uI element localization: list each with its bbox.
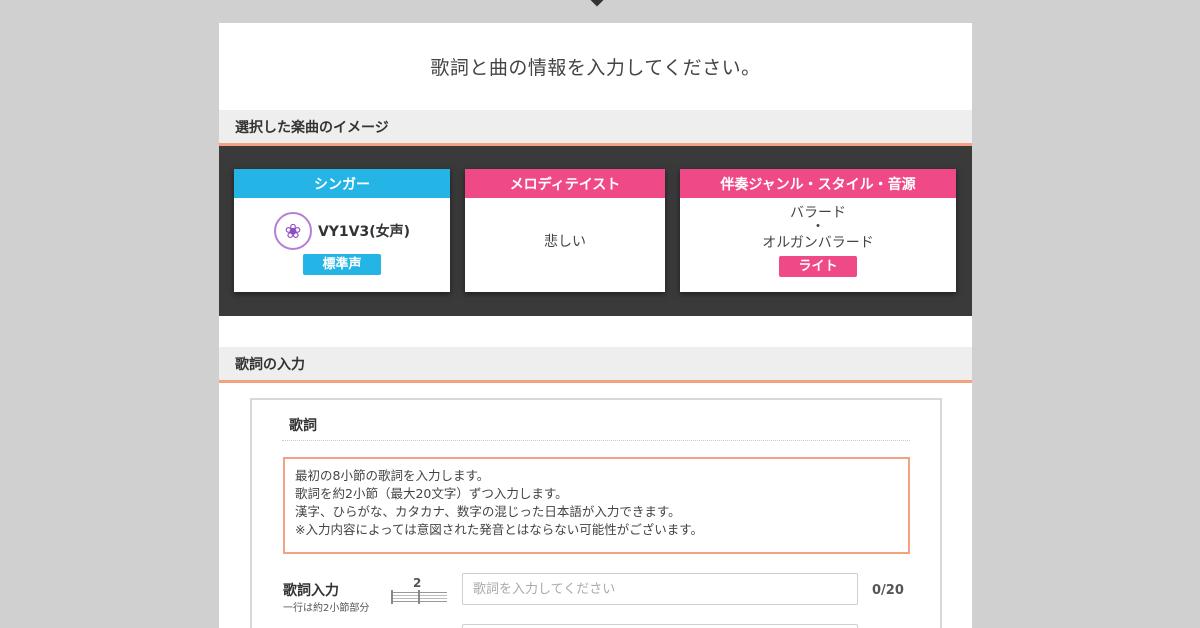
- singer-name: VY1V3(女声): [317, 224, 411, 240]
- info-line: ※入力内容によっては意図された発音とはならない可能性がございます。: [295, 522, 703, 537]
- info-line: 漢字、ひらがな、カタカナ、数字の混じった日本語が入力できます。: [295, 504, 681, 519]
- info-line: 最初の8小節の歌詞を入力します。: [295, 468, 490, 483]
- bar-line-icon: [391, 590, 393, 604]
- measure-number: 2: [413, 576, 422, 590]
- accompaniment-style: オルガンバラード: [762, 235, 874, 251]
- lyric-input-label: 歌詞入力: [283, 583, 339, 599]
- lyric-input-1[interactable]: [462, 573, 858, 605]
- melody-value: 悲しい: [544, 234, 586, 250]
- singer-row: ❀ VY1V3(女声): [234, 212, 450, 250]
- accompaniment-separator: ・: [811, 219, 825, 235]
- divider: [282, 440, 910, 441]
- image-area: シンガー ❀ VY1V3(女声) 標準声 メロディテイスト 悲しい 伴奏ジャンル…: [219, 146, 972, 316]
- bar-line-icon: [418, 590, 420, 604]
- top-arrow-icon: [588, 0, 606, 7]
- singer-avatar-icon: ❀: [273, 212, 312, 250]
- info-line: 歌詞を約2小節（最大20文字）ずつ入力します。: [295, 486, 568, 501]
- section-title-lyrics: 歌詞の入力: [219, 347, 972, 383]
- singer-card-header: シンガー: [234, 169, 450, 198]
- page-headline: 歌詞と曲の情報を入力してください。: [430, 57, 761, 79]
- accompaniment-source-tag: ライト: [779, 256, 857, 277]
- accompaniment-card: 伴奏ジャンル・スタイル・音源 バラード ・ オルガンバラード ライト: [680, 169, 956, 292]
- lyrics-box-title: 歌詞: [289, 418, 317, 434]
- melody-card: メロディテイスト 悲しい: [465, 169, 665, 292]
- lyrics-info-box: 最初の8小節の歌詞を入力します。 歌詞を約2小節（最大20文字）ずつ入力します。…: [283, 457, 910, 554]
- char-counter: 0/20: [872, 583, 904, 598]
- singer-voice-tag: 標準声: [303, 254, 381, 275]
- singer-card: シンガー ❀ VY1V3(女声) 標準声: [234, 169, 450, 292]
- melody-card-header: メロディテイスト: [465, 169, 665, 198]
- section-title-image: 選択した楽曲のイメージ: [219, 110, 972, 146]
- measure-indicator: 2: [391, 576, 447, 604]
- lyric-input-2[interactable]: [462, 624, 858, 628]
- lyric-input-sublabel: 一行は約2小節部分: [283, 603, 370, 614]
- accompaniment-card-header: 伴奏ジャンル・スタイル・音源: [680, 169, 956, 198]
- lyrics-box: 歌詞 最初の8小節の歌詞を入力します。 歌詞を約2小節（最大20文字）ずつ入力し…: [250, 398, 942, 628]
- form-panel: 歌詞と曲の情報を入力してください。 選択した楽曲のイメージ シンガー ❀ VY1…: [219, 23, 972, 628]
